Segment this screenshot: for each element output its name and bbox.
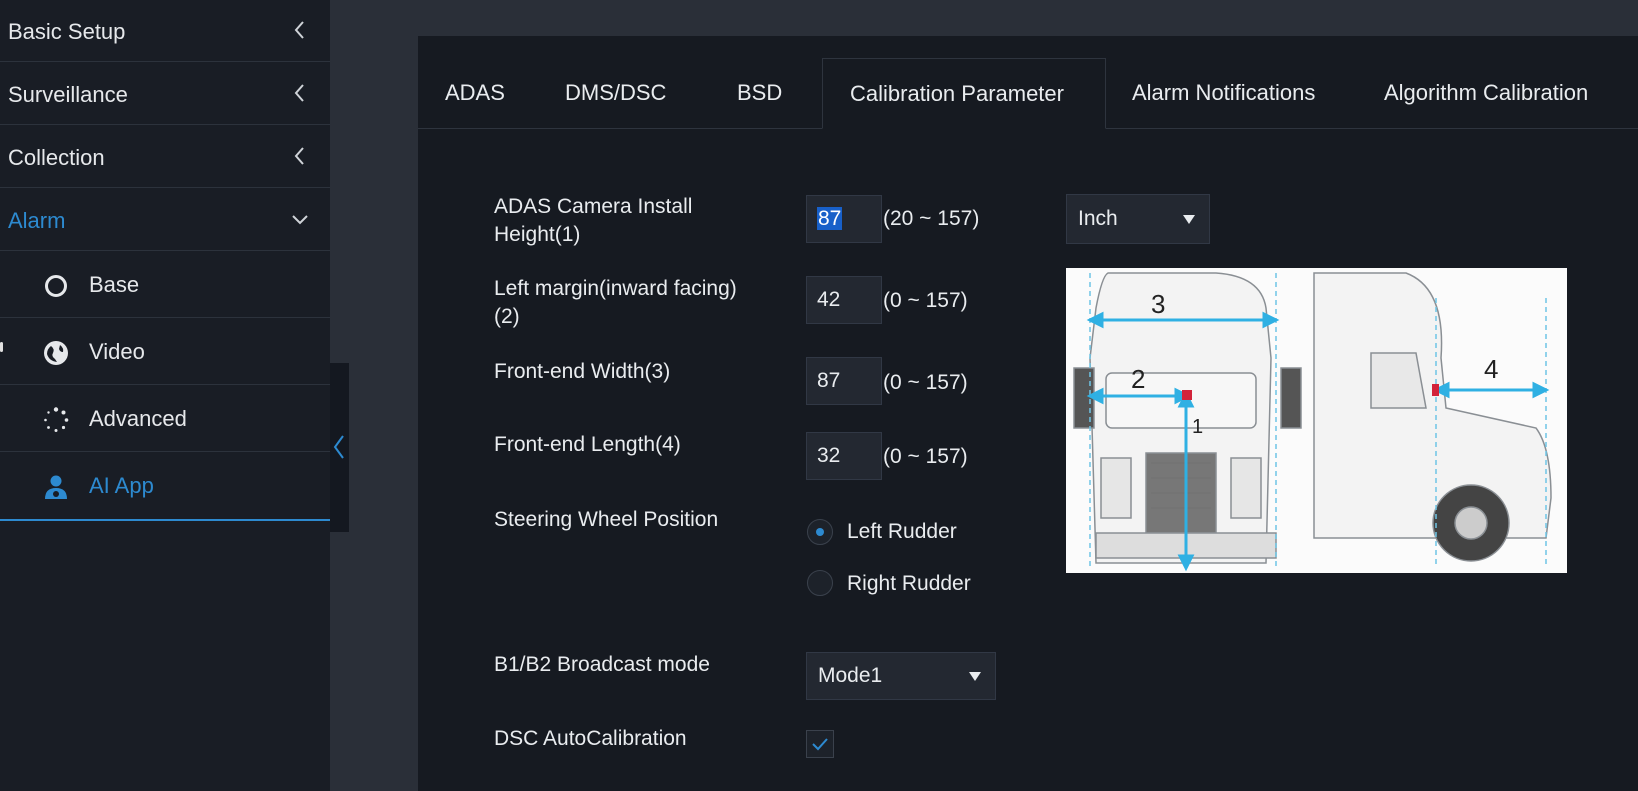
left-rudder-radio[interactable] (807, 519, 833, 545)
left-rudder-label[interactable]: Left Rudder (847, 520, 957, 544)
sidebar-item-label: Collection (8, 145, 105, 170)
sidebar-subitem-label: AI App (89, 473, 154, 498)
tab-bsd[interactable]: BSD (737, 58, 782, 128)
sidebar-item-label: Surveillance (8, 82, 128, 107)
front-width-range: (0 ~ 157) (883, 371, 968, 394)
left-margin-range: (0 ~ 157) (883, 289, 968, 312)
sidebar-subitem-label: Advanced (89, 406, 187, 431)
right-rudder-radio[interactable] (807, 570, 833, 596)
front-length-range: (0 ~ 157) (883, 445, 968, 468)
camera-height-input[interactable]: 87 (806, 195, 882, 243)
right-rudder-label[interactable]: Right Rudder (847, 572, 971, 596)
ai-user-icon (45, 475, 67, 499)
truck-illustration: 3 2 1 4 (1073, 272, 1552, 572)
diagram-marker-2: 2 (1131, 364, 1145, 394)
front-length-input[interactable]: 32 (806, 432, 882, 480)
dropdown-arrow-icon (969, 672, 981, 681)
sidebar-subitem-ai-app[interactable]: AI App (0, 453, 330, 521)
sidebar-item-basic-setup[interactable]: Basic Setup (0, 0, 330, 62)
tab-alarm-notifications[interactable]: Alarm Notifications (1132, 58, 1315, 128)
sidebar-item-collection[interactable]: Collection (0, 126, 330, 188)
sidebar-subitem-base[interactable]: Base (0, 252, 330, 318)
left-margin-label: Left margin(inward facing) (2) (494, 275, 737, 331)
label-line: ADAS Camera Install (494, 195, 693, 218)
chevron-left-icon (333, 435, 344, 459)
sidebar-item-alarm[interactable]: Alarm (0, 189, 330, 251)
front-length-label: Front-end Length(4) (494, 433, 681, 456)
selected-text: 87 (817, 207, 843, 230)
dropdown-arrow-icon (1183, 215, 1195, 224)
front-width-input[interactable]: 87 (806, 357, 882, 405)
chevron-left-icon (294, 84, 304, 102)
chevron-left-icon (294, 147, 304, 165)
dsc-autocalibration-checkbox[interactable] (806, 730, 834, 758)
tab-adas[interactable]: ADAS (445, 58, 505, 128)
camera-marker (1432, 384, 1439, 396)
tab-bar: ADAS DMS/DSC BSD Calibration Parameter A… (418, 58, 1638, 129)
label-line: Height(1) (494, 223, 581, 246)
sidebar-subitem-advanced[interactable]: Advanced (0, 386, 330, 452)
diagram-marker-4: 4 (1484, 354, 1498, 384)
tab-calibration-parameter[interactable]: Calibration Parameter (822, 58, 1106, 129)
truck-dimension-diagram: 3 2 1 4 (1066, 268, 1567, 573)
camera-marker (1182, 390, 1192, 400)
sidebar-item-label: Alarm (8, 208, 66, 233)
broadcast-mode-select[interactable]: Mode1 (806, 652, 996, 700)
sidebar: Basic Setup Surveillance Collection Alar… (0, 0, 330, 791)
label-line: (2) (494, 305, 520, 328)
diagram-marker-1: 1 (1192, 416, 1203, 438)
broadcast-label: B1/B2 Broadcast mode (494, 653, 710, 676)
chevron-down-icon (292, 215, 308, 225)
unit-select[interactable]: Inch (1066, 194, 1210, 244)
chevron-left-icon (294, 21, 304, 39)
sidebar-subitem-video[interactable]: Video (0, 319, 330, 385)
unit-select-value: Inch (1078, 207, 1118, 230)
label-line: Left margin(inward facing) (494, 277, 737, 300)
edge-marker (0, 342, 3, 352)
tab-algorithm-calibration[interactable]: Algorithm Calibration (1384, 58, 1588, 128)
sidebar-subitem-label: Video (89, 339, 145, 364)
camera-height-label: ADAS Camera Install Height(1) (494, 193, 692, 249)
front-width-label: Front-end Width(3) (494, 360, 671, 383)
globe-icon (44, 341, 68, 365)
broadcast-mode-value: Mode1 (818, 664, 883, 687)
sidebar-collapse-toggle[interactable] (330, 363, 349, 532)
camera-height-range: (20 ~ 157) (883, 207, 980, 230)
sidebar-item-label: Basic Setup (8, 19, 126, 44)
circle-icon (45, 275, 67, 297)
left-margin-input[interactable]: 42 (806, 276, 882, 324)
sidebar-item-surveillance[interactable]: Surveillance (0, 63, 330, 125)
steering-label: Steering Wheel Position (494, 508, 719, 531)
diagram-marker-3: 3 (1151, 289, 1165, 319)
dsc-autocalibration-label: DSC AutoCalibration (494, 727, 687, 750)
dotted-circle-icon (44, 407, 69, 432)
checkmark-icon (812, 738, 828, 751)
tab-dms-dsc[interactable]: DMS/DSC (565, 58, 666, 128)
sidebar-subitem-label: Base (89, 272, 140, 297)
